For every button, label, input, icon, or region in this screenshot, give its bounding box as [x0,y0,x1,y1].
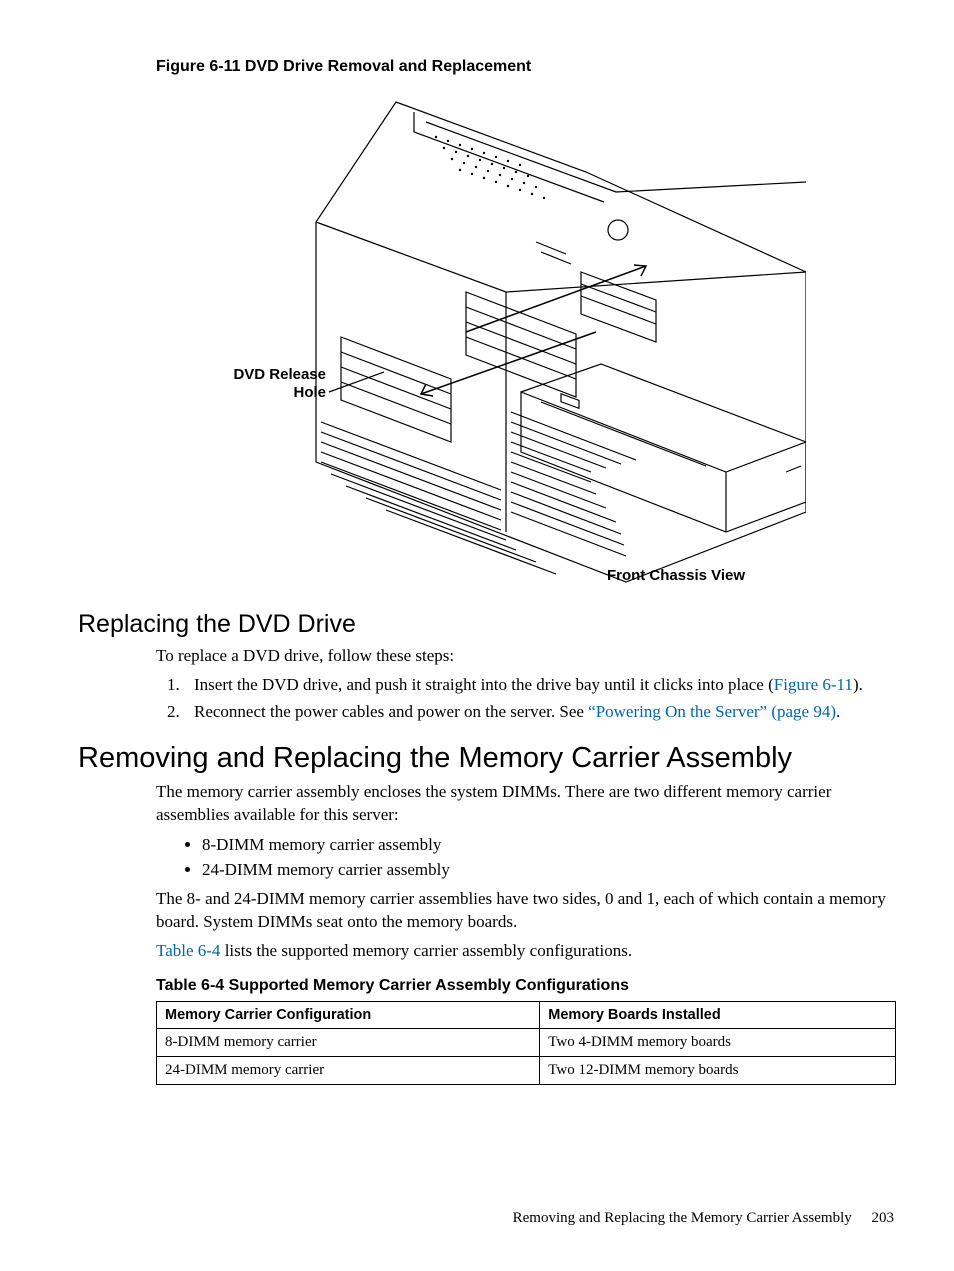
replace-dvd-intro: To replace a DVD drive, follow these ste… [156,645,894,668]
memory-p3: Table 6-4 lists the supported memory car… [156,940,894,963]
bullet-8dimm: 8-DIMM memory carrier assembly [202,833,894,857]
td-boards-8: Two 4-DIMM memory boards [540,1029,896,1057]
heading-memory-carrier: Removing and Replacing the Memory Carrie… [78,742,894,775]
figure-label-dvd-release-hole: DVD Release Hole [176,366,326,402]
td-config-24: 24-DIMM memory carrier [157,1057,540,1085]
table-header-row: Memory Carrier Configuration Memory Boar… [157,1002,896,1029]
bullet-24dimm: 24-DIMM memory carrier assembly [202,858,894,882]
replace-dvd-step-2: Reconnect the power cables and power on … [184,701,894,724]
table-row: 8-DIMM memory carrier Two 4-DIMM memory … [157,1029,896,1057]
footer-page-number: 203 [872,1210,895,1226]
heading-replacing-dvd: Replacing the DVD Drive [78,610,894,639]
memory-p1: The memory carrier assembly encloses the… [156,781,894,827]
link-figure-6-11[interactable]: Figure 6-11 [774,675,853,694]
memory-bullets: 8-DIMM memory carrier assembly 24-DIMM m… [156,833,894,883]
table-caption: Table 6-4 Supported Memory Carrier Assem… [156,977,894,995]
th-boards: Memory Boards Installed [540,1002,896,1029]
memory-p2: The 8- and 24-DIMM memory carrier assemb… [156,888,894,934]
table-row: 24-DIMM memory carrier Two 12-DIMM memor… [157,1057,896,1085]
th-config: Memory Carrier Configuration [157,1002,540,1029]
server-chassis-illustration [166,82,806,592]
page-footer: Removing and Replacing the Memory Carrie… [513,1210,894,1227]
replace-dvd-steps: Insert the DVD drive, and push it straig… [156,674,894,724]
figure-dvd-drive: DVD Release Hole Front Chassis View [166,82,806,592]
td-boards-24: Two 12-DIMM memory boards [540,1057,896,1085]
figure-caption: Figure 6-11 DVD Drive Removal and Replac… [156,58,894,76]
replace-dvd-step-1: Insert the DVD drive, and push it straig… [184,674,894,697]
figure-label-front-chassis: Front Chassis View [566,567,786,585]
td-config-8: 8-DIMM memory carrier [157,1029,540,1057]
footer-section-title: Removing and Replacing the Memory Carrie… [513,1210,852,1226]
link-powering-on-server[interactable]: “Powering On the Server” (page 94) [588,702,836,721]
table-memory-configs: Memory Carrier Configuration Memory Boar… [156,1001,896,1085]
link-table-6-4[interactable]: Table 6-4 [156,941,220,960]
